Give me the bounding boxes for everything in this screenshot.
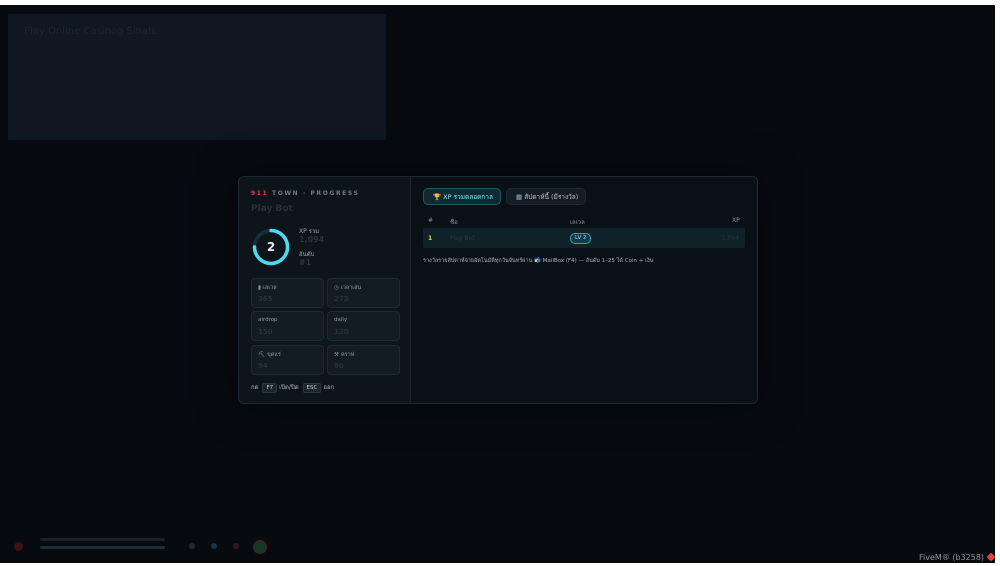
stat-card-label: airdrop	[258, 317, 278, 323]
hud-health-icon	[14, 542, 23, 551]
hud-voice-icon	[253, 540, 267, 554]
brand-text: TOWN · PROGRESS	[272, 190, 360, 197]
stat-card-mining: ⛏ ขุดแร่ 94	[251, 345, 324, 375]
table-row[interactable]: 1 Play Bot LV 2 1,094	[423, 228, 745, 248]
trophy-icon: 🏆	[433, 193, 442, 201]
stat-card-daily: daily 120	[327, 311, 400, 341]
progress-modal: 911 TOWN · PROGRESS Play Bot 2 XP รวม 1,…	[238, 176, 758, 404]
column-header-name: ชื่อ	[450, 219, 458, 226]
brand-header: 911 TOWN · PROGRESS	[251, 190, 359, 197]
level-number: 2	[266, 240, 276, 254]
row-name: Play Bot	[450, 235, 475, 242]
hint-toggle: เปิด/ปิด	[279, 384, 299, 391]
fivem-build-text: FiveM® (b3258)	[919, 553, 985, 562]
column-header-xp: XP	[732, 217, 740, 224]
keyboard-hint: กด F7 เปิด/ปิด ESC ออก	[251, 382, 334, 393]
fivem-logo-icon	[986, 552, 995, 562]
fivem-build-label: FiveM® (b3258)	[919, 552, 995, 562]
background-panel-title: Play Online Casinog Sinals	[24, 26, 157, 37]
stat-card-label: daily	[334, 317, 348, 323]
stat-card-label: เวลาเล่น	[340, 285, 362, 291]
column-header-level: เลเวล	[570, 219, 585, 226]
tab-label: XP รวมตลอดกาล	[443, 193, 493, 201]
brand-number: 911	[251, 190, 269, 197]
xp-total-value: 1,094	[299, 235, 325, 244]
stat-card-value: 273	[334, 295, 349, 303]
level-ring: 2	[251, 227, 291, 267]
rank-value: #1	[299, 258, 312, 267]
player-summary-panel: 911 TOWN · PROGRESS Play Bot 2 XP รวม 1,…	[239, 177, 411, 403]
stat-card-level: ▮ เลเวล 365	[251, 278, 324, 308]
stat-card-crafting: ⚒ คราฟ 80	[327, 345, 400, 375]
row-rank: 1	[428, 235, 433, 242]
stat-card-value: 94	[258, 362, 268, 370]
hud-armor-bar	[40, 546, 165, 549]
leaderboard-panel: 🏆 XP รวมตลอดกาล ▦ สัปดาห์นี้ (มีรางวัล) …	[411, 177, 757, 403]
player-name: Play Bot	[251, 204, 293, 214]
tab-label: สัปดาห์นี้ (มีรางวัล)	[524, 193, 579, 201]
stat-card-label: ขุดแร่	[266, 352, 281, 358]
hammer-icon: ⚒	[334, 352, 339, 358]
hud-water-icon	[211, 543, 217, 549]
pickaxe-icon: ⛏	[258, 352, 265, 358]
hint-exit: ออก	[323, 384, 335, 391]
player-hud	[8, 525, 278, 563]
game-screen: Play Online Casinog Sinals 911 TOWN · PR…	[0, 5, 995, 563]
stat-card-playtime: ◷ เวลาเล่น 273	[327, 278, 400, 308]
stat-card-value: 120	[334, 328, 349, 336]
column-header-rank: #	[428, 217, 434, 224]
tab-xp-all-time[interactable]: 🏆 XP รวมตลอดกาล	[423, 188, 501, 205]
level-badge: LV 2	[570, 233, 592, 244]
background-panel: Play Online Casinog Sinals	[8, 14, 386, 140]
hud-health-bar	[40, 538, 165, 541]
stat-card-label: เลเวล	[263, 285, 277, 291]
hud-status-icon	[189, 543, 195, 549]
stat-card-label: คราฟ	[340, 352, 355, 358]
row-xp: 1,094	[721, 235, 739, 242]
stat-card-value: 80	[334, 362, 344, 370]
calendar-icon: ▦	[516, 193, 523, 201]
window-edge	[995, 5, 1000, 563]
stat-card-airdrop: airdrop 150	[251, 311, 324, 341]
key-esc: ESC	[302, 383, 322, 393]
tab-weekly[interactable]: ▦ สัปดาห์นี้ (มีรางวัล)	[506, 188, 586, 205]
weekly-reward-note: รางวัลรายสัปดาห์จ่ายอัตโนมัติทุกวันจันทร…	[423, 258, 654, 264]
stat-card-value: 150	[258, 328, 273, 336]
key-f7: F7	[262, 383, 278, 393]
clock-icon: ◷	[334, 285, 339, 291]
hud-food-icon	[233, 543, 239, 549]
stat-card-value: 365	[258, 295, 273, 303]
scroll-icon: ▮	[258, 285, 262, 291]
hint-press: กด	[251, 384, 259, 391]
